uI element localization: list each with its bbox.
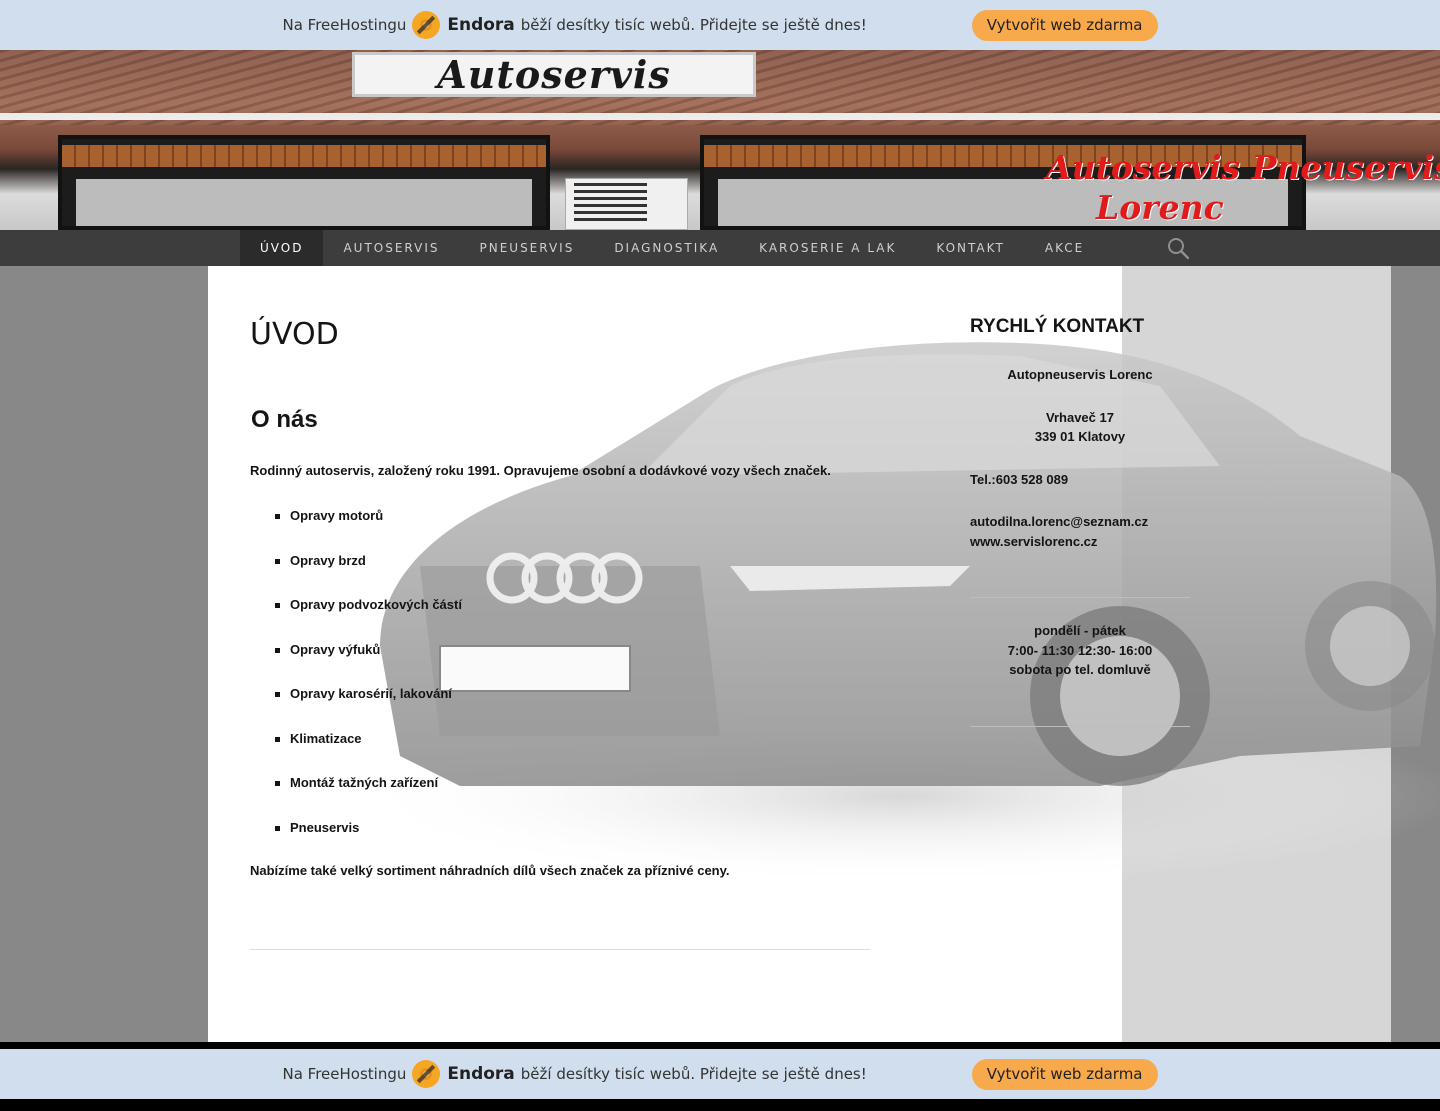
endora-logo[interactable]: Endora bbox=[412, 1060, 515, 1088]
gutter bbox=[0, 113, 1440, 120]
list-item: Opravy podvozkových částí bbox=[275, 597, 462, 642]
nav-menu: ÚVOD AUTOSERVIS PNEUSERVIS DIAGNOSTIKA K… bbox=[240, 230, 1104, 266]
city-address: 339 01 Klatovy bbox=[1034, 429, 1126, 444]
create-web-button[interactable]: Vytvořit web zdarma bbox=[971, 1058, 1158, 1090]
website-link[interactable]: www.servislorenc.cz bbox=[970, 534, 1097, 549]
list-item: Pneuservis bbox=[275, 820, 462, 865]
outro-text: Nabízíme také velký sortiment náhradních… bbox=[250, 863, 730, 878]
nav-item-kontakt[interactable]: KONTAKT bbox=[916, 230, 1025, 266]
company-name: Autopneuservis Lorenc bbox=[1007, 367, 1153, 382]
nav-item-pneuservis[interactable]: PNEUSERVIS bbox=[459, 230, 594, 266]
sidebar-divider bbox=[970, 726, 1190, 727]
services-placard bbox=[565, 178, 688, 230]
site-title: Autoservis Pneuservis Lorenc bbox=[1046, 148, 1440, 228]
content-stage: ÚVOD O nás Rodinný autoservis, založený … bbox=[0, 266, 1440, 1042]
endora-brand: Endora bbox=[447, 15, 515, 35]
services-list: Opravy motorů Opravy brzd Opravy podvozk… bbox=[275, 508, 462, 865]
promo-text-before: Na FreeHostingu bbox=[282, 16, 407, 34]
promo-text-before: Na FreeHostingu bbox=[282, 1065, 407, 1083]
promo-text-after: běží desítky tisíc webů. Přidejte se ješ… bbox=[520, 16, 867, 34]
promo-text-after: běží desítky tisíc webů. Přidejte se ješ… bbox=[520, 1065, 867, 1083]
hours-saturday: sobota po tel. domluvě bbox=[1009, 662, 1151, 677]
page-title: ÚVOD bbox=[250, 317, 339, 352]
nav-item-uvod[interactable]: ÚVOD bbox=[240, 230, 324, 266]
search-icon[interactable] bbox=[1167, 237, 1189, 259]
sidebar-divider bbox=[970, 597, 1190, 598]
street-address: Vrhaveč 17 bbox=[1046, 410, 1114, 425]
phone-number[interactable]: Tel.:603 528 089 bbox=[970, 472, 1068, 487]
nav-item-karoserie-a-lak[interactable]: KAROSERIE A LAK bbox=[739, 230, 916, 266]
promo-bar-top: Na FreeHostingu Endora běží desítky tisí… bbox=[0, 0, 1440, 50]
intro-text: Rodinný autoservis, založený roku 1991. … bbox=[250, 463, 831, 478]
autoservis-sign: Autoservis bbox=[352, 52, 756, 97]
endora-logo-icon bbox=[412, 11, 441, 39]
email-link[interactable]: autodilna.lorenc@seznam.cz bbox=[970, 514, 1148, 529]
endora-logo-icon bbox=[412, 1060, 441, 1088]
site-title-line2: Lorenc bbox=[1096, 188, 1224, 227]
list-item: Opravy motorů bbox=[275, 508, 462, 553]
list-item: Opravy karosérií, lakování bbox=[275, 686, 462, 731]
promo-text: Na FreeHostingu Endora běží desítky tisí… bbox=[282, 11, 867, 39]
site-title-line1: Autoservis Pneuservis bbox=[1046, 148, 1440, 187]
list-item: Opravy brzd bbox=[275, 553, 462, 598]
sign-text: Autoservis bbox=[437, 52, 671, 97]
content-divider bbox=[250, 949, 870, 950]
endora-brand: Endora bbox=[447, 1064, 515, 1084]
footer-black bbox=[0, 1099, 1440, 1111]
list-item: Montáž tažných zařízení bbox=[275, 775, 462, 820]
nav-item-akce[interactable]: AKCE bbox=[1025, 230, 1104, 266]
promo-text: Na FreeHostingu Endora běží desítky tisí… bbox=[282, 1060, 867, 1088]
header-banner[interactable]: Autoservis Autoservis Pneuservis Lorenc bbox=[0, 50, 1440, 230]
nav-item-autoservis[interactable]: AUTOSERVIS bbox=[323, 230, 459, 266]
hours-days: pondělí - pátek bbox=[1034, 623, 1126, 638]
footer-band bbox=[0, 1042, 1440, 1049]
create-web-button[interactable]: Vytvořit web zdarma bbox=[971, 9, 1158, 41]
main-navigation: ÚVOD AUTOSERVIS PNEUSERVIS DIAGNOSTIKA K… bbox=[0, 230, 1440, 266]
widget-title: RYCHLÝ KONTAKT bbox=[970, 316, 1145, 337]
promo-bar-bottom: Na FreeHostingu Endora běží desítky tisí… bbox=[0, 1049, 1440, 1099]
section-heading: O nás bbox=[251, 406, 318, 433]
list-item: Klimatizace bbox=[275, 731, 462, 776]
car-background-image bbox=[340, 342, 1440, 876]
shop-window-left bbox=[58, 135, 550, 230]
hours-time: 7:00- 11:30 12:30- 16:00 bbox=[1007, 643, 1153, 658]
list-item: Opravy výfuků bbox=[275, 642, 462, 687]
nav-item-diagnostika[interactable]: DIAGNOSTIKA bbox=[594, 230, 739, 266]
endora-logo[interactable]: Endora bbox=[412, 11, 515, 39]
